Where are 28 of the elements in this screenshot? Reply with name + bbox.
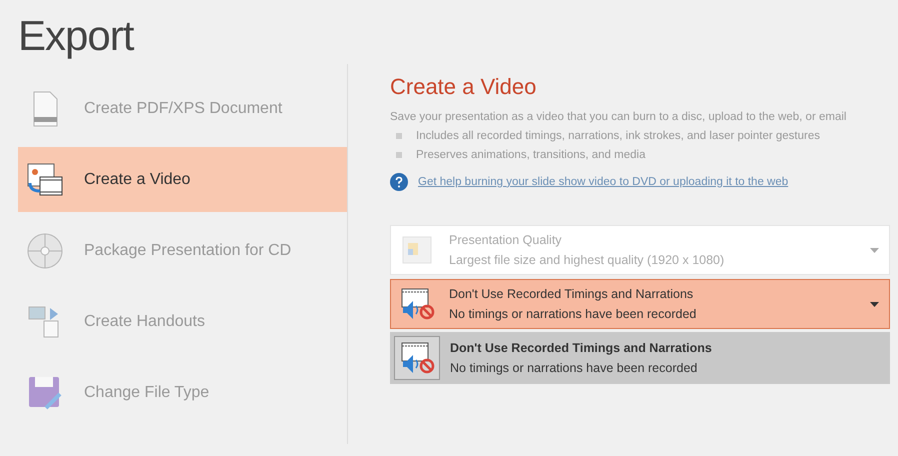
sidebar-item[interactable]: Create Handouts (18, 289, 347, 354)
caret-icon (870, 248, 879, 253)
help-link[interactable]: Get help burning your slide show video to DVD or uploading it to the web (418, 174, 788, 192)
dropdown-title: Presentation Quality (449, 232, 563, 250)
menu-item-subtitle: No timings or narrations have been recorded (450, 360, 698, 378)
narration-off-icon (399, 287, 435, 322)
disc-icon (26, 232, 64, 270)
bullet-icon (396, 152, 402, 158)
dropdown-title: Don't Use Recorded Timings and Narrations (449, 286, 694, 304)
menu-item[interactable]: Don't Use Recorded Timings and Narrations No timings or narrations have been recorded (390, 332, 890, 384)
video-icon (26, 160, 64, 198)
description-text: Save your presentation as a video that you can burn to a disc, upload to the web, or email (390, 110, 848, 126)
section-heading: Create a Video (390, 74, 538, 100)
dropdown[interactable]: Don't Use Recorded Timings and Narrations No timings or narrations have been recorded (390, 279, 890, 330)
menu-item-title: Don't Use Recorded Timings and Narrations (450, 340, 712, 358)
sidebar-item[interactable]: Create a Video (18, 147, 347, 212)
bullet-icon (396, 133, 402, 140)
sidebar-item[interactable]: Create PDF/XPS Document (18, 76, 347, 141)
page-title: Export (18, 11, 136, 61)
sidebar-item[interactable]: Change File Type (18, 360, 347, 425)
dropdown-subtitle: Largest file size and highest quality (1920 x 1080) (449, 252, 724, 270)
bullet-text: Includes all recorded timings, narrations, ink strokes, and laser pointer gestures (416, 129, 820, 144)
sidebar-item[interactable]: Package Presentation for CD (18, 218, 347, 283)
caret-icon (870, 302, 879, 307)
narration-off-icon (399, 341, 435, 376)
bullet-text: Preserves animations, transitions, and media (416, 148, 646, 164)
dropdown-subtitle: No timings or narrations have been recorded (449, 306, 696, 324)
help-icon (390, 173, 408, 192)
